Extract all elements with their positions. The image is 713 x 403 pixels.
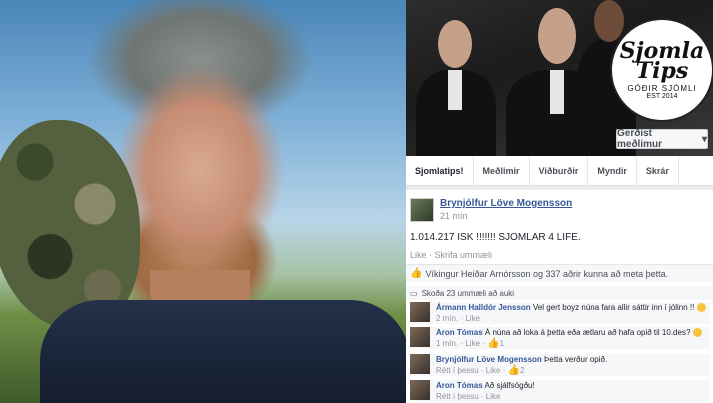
comment-text: Að sjálfsögðu! [484, 381, 535, 390]
avatar[interactable] [410, 380, 430, 400]
avatar[interactable] [410, 327, 430, 347]
comment: Aron Tómas Á núna að loka á þetta eða æt… [410, 327, 710, 349]
comment: Ármann Halldór Jensson Vel gert boyz nún… [410, 302, 710, 324]
tab-events[interactable]: Viðburðir [530, 156, 589, 186]
tab-photos[interactable]: Myndir [588, 156, 637, 186]
jacket [40, 300, 406, 403]
comment-text: Vel gert boyz núna fara allir sáttir inn… [532, 303, 695, 312]
logo-text-4: EST 2014 [646, 92, 678, 100]
comment-text: Þetta verður opið. [544, 355, 608, 364]
post-time[interactable]: 21 mín [440, 211, 572, 221]
tab-files[interactable]: Skrár [637, 156, 679, 186]
post-actions[interactable]: Like · Skrifa ummæli [410, 250, 492, 260]
comment-author[interactable]: Aron Tómas [436, 328, 483, 337]
comment-icon: ▭ [410, 288, 418, 298]
post-text: 1.014.217 ISK !!!!!!! SJOMLAR 4 LIFE. [410, 232, 581, 243]
smiley-icon [692, 328, 702, 338]
comment-like-count[interactable]: 2 [520, 366, 524, 375]
comment-meta[interactable]: 2 mín. · Like [436, 314, 480, 323]
comment-author[interactable]: Brynjólfur Löve Mogensson [436, 355, 542, 364]
logo-text-3: GÓÐIR SJÓMLI [627, 83, 697, 93]
comment-meta[interactable]: 1 mín. · Like · [436, 339, 485, 348]
view-more-comments[interactable]: ▭ Skoða 23 ummæli að auki [406, 286, 713, 300]
group-tabs: Sjomlatips! Meðlimir Viðburðir Myndir Sk… [406, 156, 713, 186]
group-post: Brynjólfur Löve Mogensson 21 mín 1.014.2… [406, 190, 713, 403]
post-header: Brynjólfur Löve Mogensson 21 mín [410, 198, 572, 222]
face-1 [438, 20, 472, 68]
comment-like-count[interactable]: 1 [500, 339, 504, 348]
comment-meta[interactable]: Rétt í þessu · Like [436, 392, 500, 401]
sjomla-tips-logo: Sjomla Tips GÓÐIR SJÓMLI EST 2014 [610, 18, 713, 122]
join-button-label: Gerðist meðlimur [617, 128, 663, 150]
comment-meta[interactable]: Rétt í þessu · Like · [436, 366, 505, 375]
chevron-down-icon: ▾ [701, 133, 707, 145]
post-author[interactable]: Brynjólfur Löve Mogensson [440, 198, 572, 209]
avatar[interactable] [410, 302, 430, 322]
comment-author[interactable]: Aron Tómas [436, 381, 483, 390]
logo-text-2: Tips [635, 57, 689, 84]
camo-hat [0, 120, 140, 330]
avatar[interactable] [410, 354, 430, 374]
shirt-2 [550, 70, 564, 114]
avatar[interactable] [410, 198, 434, 222]
comment: Brynjólfur Löve Mogensson Þetta verður o… [410, 354, 710, 376]
face-2 [538, 8, 576, 64]
likes-summary[interactable]: 👍 Víkingur Heiðar Arnórsson og 337 aðrir… [406, 264, 713, 282]
thumbs-up-icon: 👍 [507, 365, 521, 376]
view-more-label: Skoða 23 ummæli að auki [421, 288, 515, 298]
tab-sjomlatips[interactable]: Sjomlatips! [406, 156, 474, 186]
comment: Aron Tómas Að sjálfsögðu! Rétt í þessu ·… [410, 380, 710, 402]
comment-author[interactable]: Ármann Halldór Jensson [436, 303, 531, 312]
cover-photo: Sjomla Tips GÓÐIR SJÓMLI EST 2014 Gerðis… [406, 0, 713, 156]
join-group-button[interactable]: Gerðist meðlimur ▾ [616, 128, 708, 150]
thumbs-up-icon: 👍 [410, 268, 423, 279]
shirt-1 [448, 70, 462, 110]
comment-text: Á núna að loka á þetta eða ætlaru að haf… [484, 328, 691, 337]
thumbs-up-icon: 👍 [487, 338, 500, 349]
selfie-photo [0, 0, 406, 403]
facebook-group-panel: Sjomla Tips GÓÐIR SJÓMLI EST 2014 Gerðis… [406, 0, 713, 403]
smiley-icon [696, 303, 706, 313]
likes-text: Víkingur Heiðar Arnórsson og 337 aðrir k… [425, 268, 669, 279]
face-3 [594, 0, 624, 42]
tab-members[interactable]: Meðlimir [474, 156, 530, 186]
